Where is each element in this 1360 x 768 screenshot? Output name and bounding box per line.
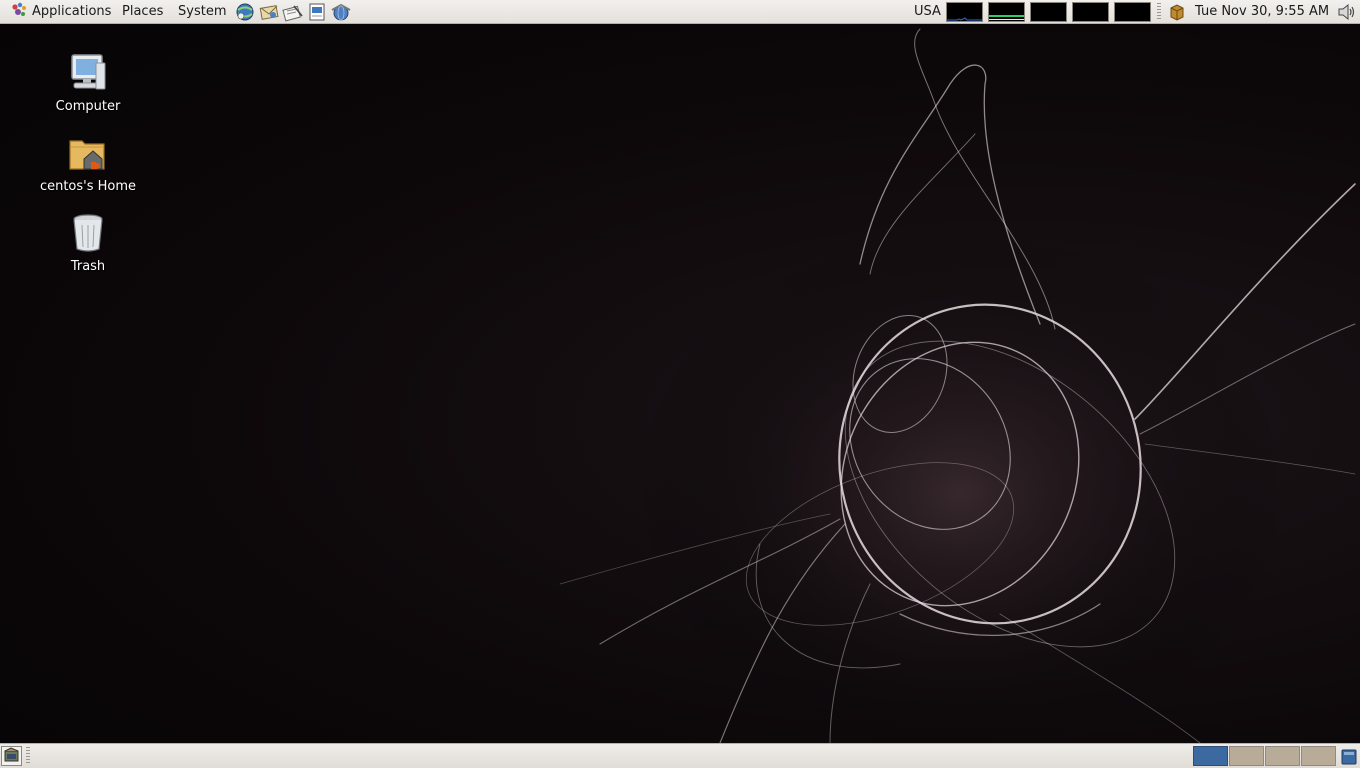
network-icon[interactable]: [330, 2, 352, 22]
workspace-4[interactable]: [1301, 746, 1336, 766]
desktop-icon-label: Trash: [70, 259, 106, 274]
show-desktop-icon: [4, 747, 19, 762]
gnome-foot-icon: [12, 2, 26, 16]
trash-applet-icon[interactable]: [1340, 747, 1358, 765]
volume-icon[interactable]: [1337, 3, 1357, 21]
computer-icon: [71, 54, 106, 90]
panel-drag-handle[interactable]: [1157, 3, 1161, 21]
desktop-icon-trash[interactable]: Trash: [33, 211, 143, 274]
clock[interactable]: Tue Nov 30, 9:55 AM: [1191, 0, 1333, 24]
package-updates-icon[interactable]: [1168, 3, 1186, 21]
applications-menu-label: Applications: [32, 4, 112, 19]
load-monitor-graph[interactable]: [1114, 2, 1151, 22]
home-folder-icon: [69, 140, 105, 170]
show-desktop-button[interactable]: [1, 746, 22, 766]
memory-load-graph: [989, 15, 1024, 20]
cpu-monitor-graph[interactable]: [946, 2, 983, 22]
workspace-3[interactable]: [1265, 746, 1300, 766]
desktop-icon-home[interactable]: centos's Home: [33, 131, 143, 194]
taskbar-drag-handle[interactable]: [26, 747, 30, 765]
system-menu[interactable]: System: [174, 0, 230, 24]
keyboard-layout-label: USA: [914, 4, 941, 19]
bottom-panel: [0, 743, 1360, 768]
desktop-icon-computer[interactable]: Computer: [33, 51, 143, 114]
web-browser-icon[interactable]: [234, 2, 256, 22]
keyboard-layout-indicator[interactable]: USA: [910, 0, 945, 24]
network-monitor-graph[interactable]: [1030, 2, 1067, 22]
document-viewer-icon[interactable]: [306, 2, 328, 22]
desktop-icon-label: centos's Home: [39, 179, 137, 194]
trash-icon: [73, 214, 103, 252]
text-editor-icon[interactable]: [282, 2, 304, 22]
workspace-1[interactable]: [1193, 746, 1228, 766]
system-menu-label: System: [178, 4, 227, 19]
top-panel: Applications Places System USA Tue Nov 3…: [0, 0, 1360, 24]
desktop-icon-label: Computer: [55, 99, 121, 114]
memory-monitor-graph[interactable]: [988, 2, 1025, 22]
workspace-2[interactable]: [1229, 746, 1264, 766]
places-menu-label: Places: [122, 4, 164, 19]
email-client-icon[interactable]: [258, 2, 280, 22]
clock-label: Tue Nov 30, 9:55 AM: [1195, 4, 1330, 19]
swap-monitor-graph[interactable]: [1072, 2, 1109, 22]
desktop-screen: Applications Places System USA Tue Nov 3…: [0, 0, 1360, 768]
applications-menu[interactable]: Applications: [6, 0, 115, 24]
wallpaper-image: [559, 28, 1356, 743]
places-menu[interactable]: Places: [118, 0, 167, 24]
cpu-load-graph: [947, 17, 982, 21]
